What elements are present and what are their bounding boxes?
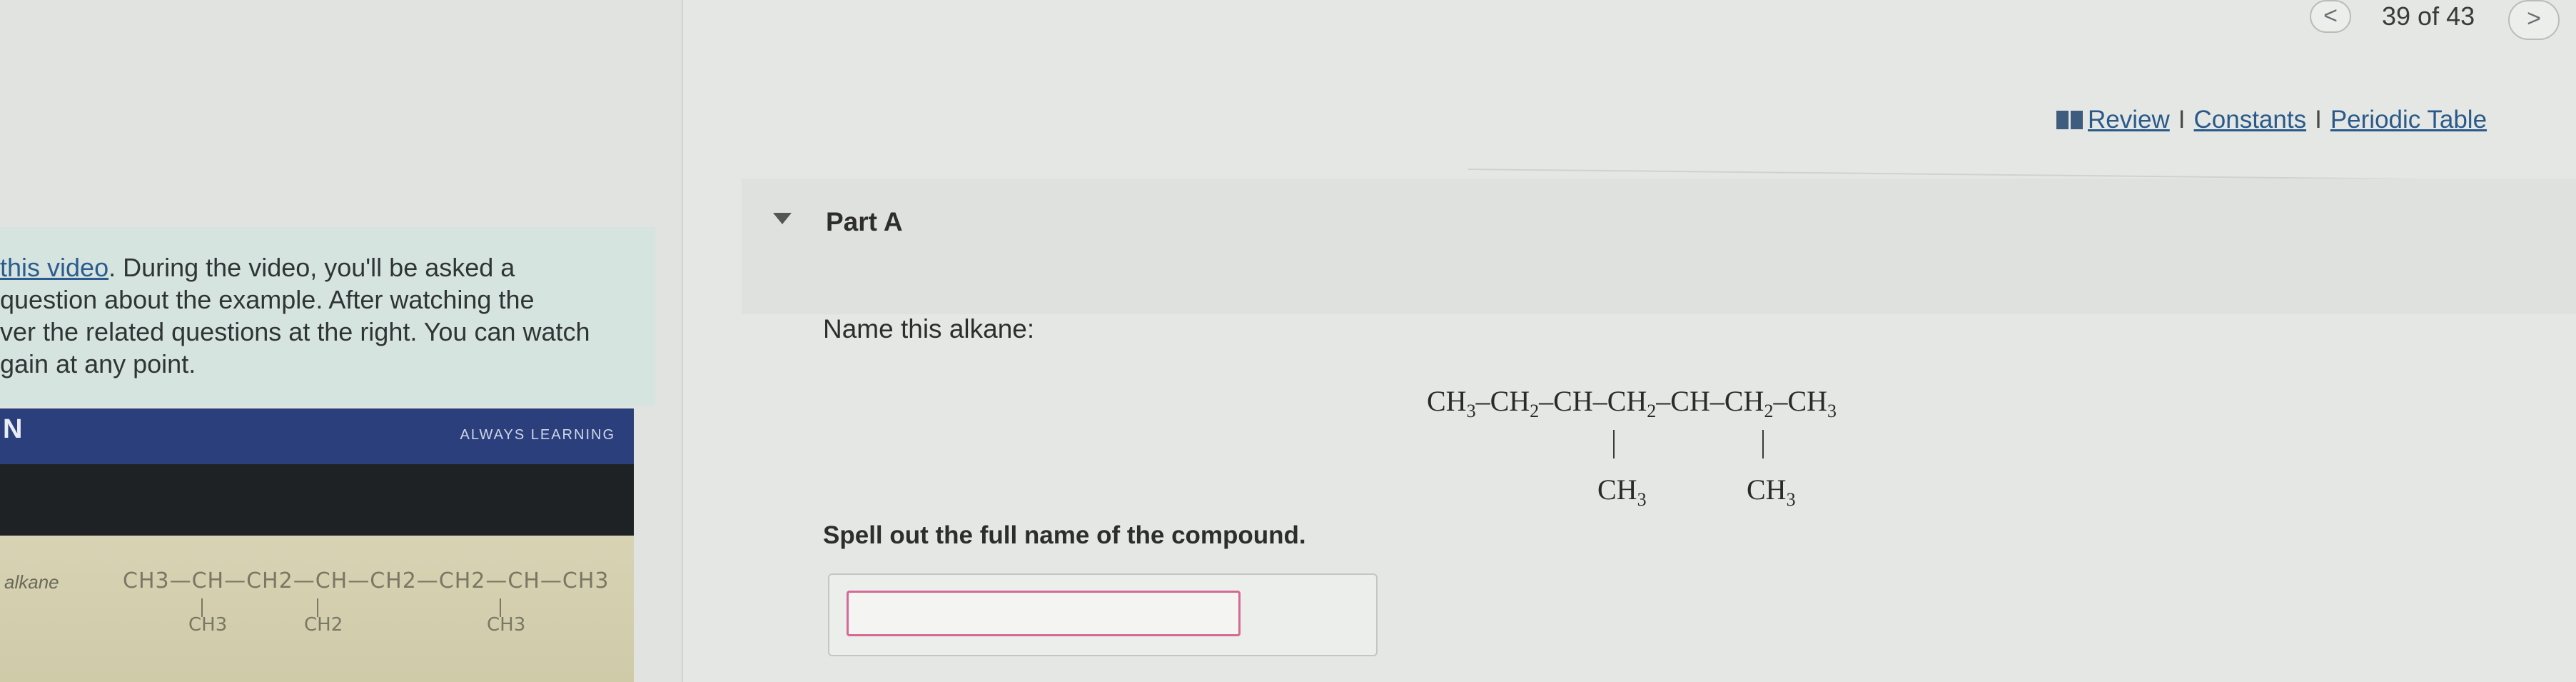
intro-line-1: this video. During the video, you'll be … bbox=[0, 251, 642, 284]
chain-subscript: 2 bbox=[1764, 401, 1774, 421]
answer-instruction: Spell out the full name of the compound. bbox=[823, 521, 1306, 549]
video-label: alkane bbox=[4, 571, 59, 593]
video-branch: CH3 bbox=[487, 614, 526, 636]
branch-bond bbox=[1762, 430, 1764, 458]
answer-container bbox=[828, 573, 1378, 656]
branch-text: CH bbox=[1747, 473, 1787, 506]
video-logo: N bbox=[3, 414, 23, 444]
chain-subscript: 2 bbox=[1647, 401, 1657, 421]
chain-subscript: 2 bbox=[1530, 401, 1540, 421]
right-panel: < 39 of 43 > Review I Constants I Periodic T… bbox=[683, 0, 2576, 682]
chain-part: –CH bbox=[1475, 385, 1530, 417]
answer-input[interactable] bbox=[847, 591, 1241, 636]
intro-text: this video. During the video, you'll be … bbox=[0, 251, 642, 380]
chain-part: –CH bbox=[1773, 385, 1828, 417]
branch-methyl-1: CH3 bbox=[1597, 473, 1647, 511]
chain-part: –CH–CH bbox=[1539, 385, 1647, 417]
chain-subscript: 3 bbox=[1827, 401, 1837, 421]
video-link[interactable]: this video bbox=[0, 253, 108, 282]
branch-bond bbox=[1613, 430, 1615, 458]
intro-line-2: question about the example. After watchi… bbox=[0, 285, 535, 314]
branch-subscript: 3 bbox=[1637, 489, 1647, 510]
video-tagline: ALWAYS LEARNING bbox=[460, 427, 615, 443]
video-player[interactable]: N ALWAYS LEARNING alkane CH3—CH—CH2—CH—C… bbox=[0, 408, 634, 682]
intro-line-1-text: . During the video, you'll be asked a bbox=[108, 253, 515, 282]
chain-part: –CH–CH bbox=[1656, 385, 1764, 417]
branch-text: CH bbox=[1597, 473, 1637, 506]
left-panel: this video. During the video, you'll be … bbox=[0, 0, 683, 682]
chain-subscript: 3 bbox=[1466, 401, 1476, 421]
video-content: alkane CH3—CH—CH2—CH—CH2—CH2—CH—CH3 CH3 … bbox=[0, 536, 634, 682]
video-branch: CH2 bbox=[304, 614, 343, 636]
video-branch: CH3 bbox=[188, 614, 228, 636]
branch-methyl-2: CH3 bbox=[1747, 473, 1796, 511]
intro-line-4: gain at any point. bbox=[0, 349, 196, 378]
branch-subscript: 3 bbox=[1786, 489, 1796, 510]
main-chain: CH3–CH2–CH–CH2–CH–CH2–CH3 bbox=[1427, 384, 1837, 422]
intro-line-3: ver the related questions at the right. … bbox=[0, 317, 590, 346]
video-top-bar: N ALWAYS LEARNING bbox=[0, 408, 634, 464]
video-formula: CH3—CH—CH2—CH—CH2—CH2—CH—CH3 bbox=[123, 568, 610, 593]
chain-part: CH bbox=[1427, 385, 1467, 417]
video-dark-band bbox=[0, 464, 634, 536]
